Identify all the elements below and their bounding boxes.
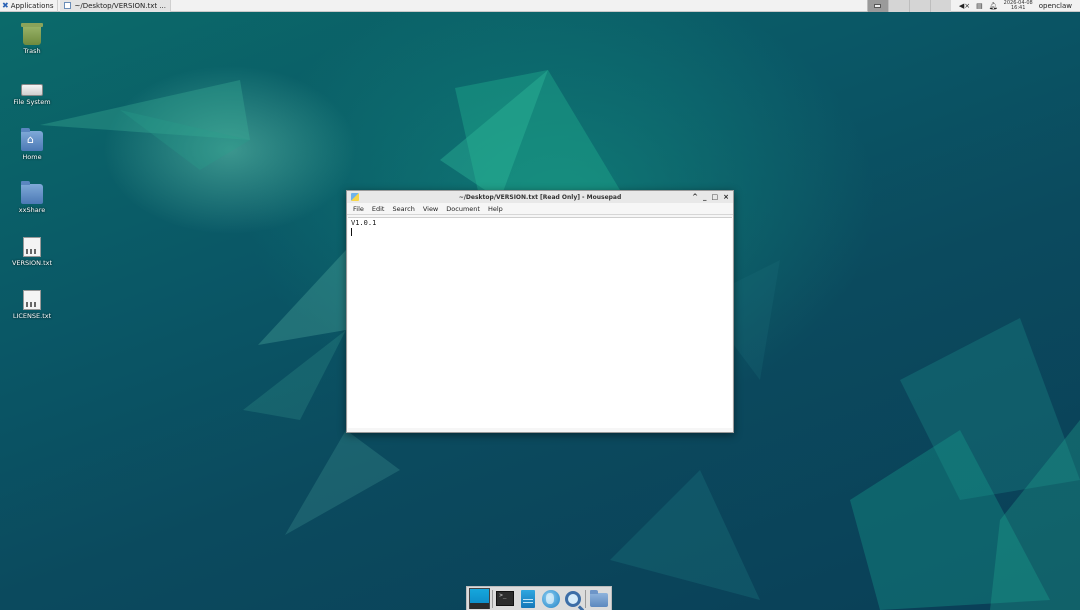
desktop-icon-file-system[interactable]: File System [6, 78, 58, 106]
minimize-window-icon[interactable]: _ [703, 193, 707, 201]
desktop-icon-label: LICENSE.txt [12, 312, 52, 320]
text-file-icon [23, 290, 41, 310]
show-desktop-icon [469, 588, 490, 609]
menu-search[interactable]: Search [388, 205, 418, 213]
desktop-icon-home[interactable]: Home [6, 128, 58, 161]
window-titlebar[interactable]: ~/Desktop/VERSION.txt [Read Only] - Mous… [347, 191, 733, 203]
home-folder-icon [21, 128, 43, 151]
dock-web-browser[interactable] [540, 588, 561, 609]
workspace-2-button[interactable] [887, 0, 909, 12]
top-panel: ✖ Applications ~/Desktop/VERSION.txt ...… [0, 0, 1080, 12]
menu-edit[interactable]: Edit [368, 205, 389, 213]
workspace-window-icon [874, 4, 882, 8]
text-file-icon [23, 237, 41, 257]
web-browser-icon [541, 589, 560, 608]
desktop-icon-xxshare[interactable]: xxShare [6, 181, 58, 214]
menu-view[interactable]: View [419, 205, 442, 213]
dock-terminal[interactable]: >_ [495, 588, 516, 609]
folder-icon [21, 181, 43, 204]
close-window-icon[interactable]: × [723, 193, 729, 201]
panel-right-area: ◀× ▤ 🔔︎ 2026-04-08 16:41 openclaw [866, 0, 1080, 12]
clipboard-icon[interactable]: ▤ [976, 2, 983, 10]
window-controls: ^ _ □ × [692, 191, 729, 203]
menu-file[interactable]: File [349, 205, 368, 213]
dock-folder[interactable] [588, 588, 609, 609]
workspace-4-button[interactable] [929, 0, 951, 12]
window-title: ~/Desktop/VERSION.txt [Read Only] - Mous… [458, 193, 622, 201]
volume-muted-icon[interactable]: ◀× [959, 2, 970, 10]
desktop-icon-label: VERSION.txt [11, 259, 53, 267]
text-editor-area[interactable]: V1.0.1 [348, 217, 732, 428]
shade-window-icon[interactable]: ^ [692, 193, 698, 201]
terminal-icon: >_ [496, 591, 515, 606]
mousepad-window: ~/Desktop/VERSION.txt [Read Only] - Mous… [346, 190, 734, 433]
workspace-3-button[interactable] [908, 0, 930, 12]
workspace-1-button[interactable] [866, 0, 888, 12]
text-caret [351, 228, 352, 236]
file-manager-icon [520, 589, 535, 608]
maximize-window-icon[interactable]: □ [712, 193, 719, 201]
drive-icon [21, 84, 43, 96]
notification-bell-icon[interactable]: 🔔︎ [989, 2, 998, 10]
desktop-icon-version-txt[interactable]: VERSION.txt [6, 237, 58, 267]
system-tray: ◀× ▤ 🔔︎ 2026-04-08 16:41 openclaw [951, 0, 1080, 12]
dock-separator [585, 589, 587, 608]
dock-file-manager[interactable] [518, 588, 539, 609]
desktop-icon-license-txt[interactable]: LICENSE.txt [6, 290, 58, 320]
editor-line-1: V1.0.1 [351, 219, 377, 227]
xfce-logo-icon: ✖ [2, 1, 9, 10]
taskbar-window-button[interactable]: ~/Desktop/VERSION.txt ... [60, 0, 172, 12]
menu-document[interactable]: Document [442, 205, 484, 213]
dock-app-finder[interactable] [563, 588, 584, 609]
menu-help[interactable]: Help [484, 205, 507, 213]
desktop-icon-label: Trash [23, 47, 41, 55]
desktop-icon-label: Home [22, 153, 42, 161]
dock-show-desktop[interactable] [469, 588, 490, 609]
desktop-icon-label: File System [13, 98, 51, 106]
user-menu[interactable]: openclaw [1039, 2, 1074, 10]
applications-label: Applications [10, 1, 54, 10]
trash-icon [21, 23, 43, 45]
clock-time: 16:41 [1010, 5, 1026, 11]
dock-separator [492, 589, 493, 608]
mousepad-icon [64, 2, 72, 9]
taskbar-window-label: ~/Desktop/VERSION.txt ... [74, 1, 167, 10]
search-icon [565, 590, 582, 607]
desktop-icon-trash[interactable]: Trash [6, 23, 58, 55]
bottom-dock: >_ [466, 586, 612, 610]
clock[interactable]: 2026-04-08 16:41 [1004, 0, 1033, 12]
menu-bar: File Edit Search View Document Help [347, 203, 733, 215]
folder-icon [589, 590, 608, 607]
desktop-icon-label: xxShare [18, 206, 46, 214]
applications-menu-button[interactable]: ✖ Applications [0, 0, 59, 12]
